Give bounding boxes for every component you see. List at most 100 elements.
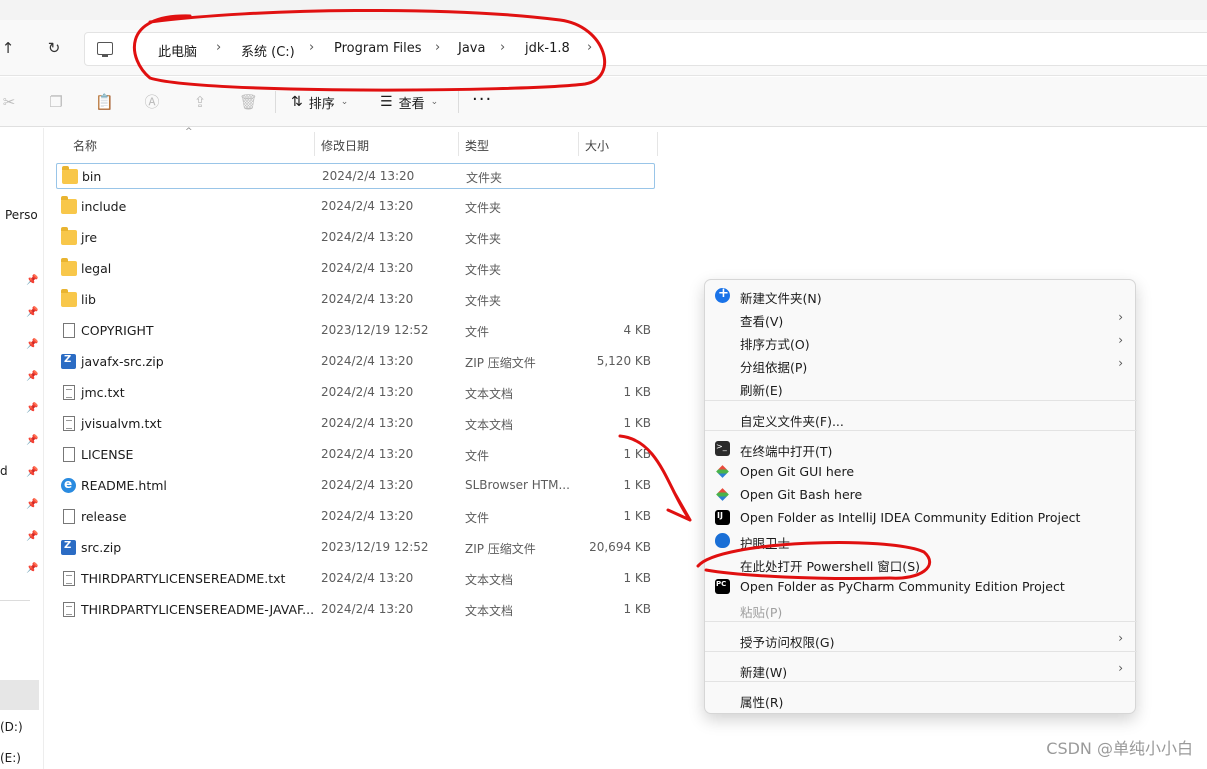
menu-separator [705, 651, 1137, 652]
toolbar-divider [458, 91, 459, 113]
file-row[interactable]: THIRDPARTYLICENSEREADME-JAVAF... 2024/2/4… [56, 597, 655, 623]
file-row[interactable]: src.zip 2023/12/19 12:52 ZIP 压缩文件 20,694 KB [56, 535, 655, 561]
file-type: 文件夹 [465, 201, 502, 215]
sort-button[interactable]: ⇅ 排序 ⌄ [291, 91, 348, 113]
column-header-type[interactable]: 类型 [465, 137, 489, 154]
column-divider[interactable] [314, 132, 315, 156]
column-header-name[interactable]: 名称 [73, 137, 97, 154]
file-date: 2024/2/4 13:20 [321, 261, 414, 275]
menu-separator [705, 400, 1137, 401]
column-header-size[interactable]: 大小 [585, 137, 609, 154]
file-row[interactable]: legal 2024/2/4 13:20 文件夹 [56, 256, 655, 282]
file-date: 2024/2/4 13:20 [321, 354, 414, 368]
view-label: 查看 [398, 96, 425, 112]
sidebar-item-drive-d[interactable]: (D:) [0, 720, 23, 734]
address-bar[interactable]: 此电脑 › 系统 (C:) › Program Files › Java › j… [84, 32, 1207, 66]
file-row[interactable]: lib 2024/2/4 13:20 文件夹 [56, 287, 655, 313]
file-date: 2024/2/4 13:20 [321, 385, 414, 399]
rename-icon[interactable]: Ⓐ [143, 93, 161, 111]
chevron-right-icon[interactable]: › [500, 40, 505, 55]
context-menu-item[interactable]: 授予访问权限(G) › [705, 628, 1137, 651]
file-row[interactable]: jvisualvm.txt 2024/2/4 13:20 文本文档 1 KB [56, 411, 655, 437]
column-divider[interactable] [578, 132, 579, 156]
pin-icon: 📌 [26, 467, 39, 478]
context-menu-item[interactable]: 刷新(E) [705, 376, 1137, 399]
column-divider[interactable] [458, 132, 459, 156]
paste-icon[interactable]: 📋 [95, 93, 114, 111]
breadcrumb-program-files[interactable]: Program Files [334, 41, 422, 56]
copy-icon[interactable]: ❐ [47, 93, 65, 111]
chevron-right-icon[interactable]: › [435, 40, 440, 55]
chevron-right-icon[interactable]: › [309, 40, 314, 55]
file-row[interactable]: LICENSE 2024/2/4 13:20 文件 1 KB [56, 442, 655, 468]
refresh-icon[interactable]: ↻ [44, 38, 64, 58]
file-row[interactable]: include 2024/2/4 13:20 文件夹 [56, 194, 655, 220]
context-menu-item[interactable]: Open Git GUI here [705, 460, 1137, 483]
cut-icon[interactable]: ✂ [0, 93, 18, 111]
file-name: jvisualvm.txt [81, 416, 162, 431]
menu-separator [705, 621, 1137, 622]
view-button[interactable]: ☰ 查看 ⌄ [380, 91, 438, 113]
share-icon[interactable]: ⇪ [191, 93, 209, 111]
chevron-right-icon[interactable]: › [216, 40, 221, 55]
file-size: 1 KB [623, 416, 651, 430]
pycharm-icon [715, 579, 730, 594]
chevron-right-icon: › [1118, 310, 1123, 324]
column-header-date[interactable]: 修改日期 [321, 137, 369, 154]
file-date: 2024/2/4 13:20 [321, 447, 414, 461]
file-row[interactable]: release 2024/2/4 13:20 文件 1 KB [56, 504, 655, 530]
up-arrow-icon[interactable]: ↑ [0, 38, 18, 58]
breadcrumb-jdk[interactable]: jdk-1.8 [525, 41, 570, 56]
context-menu-item[interactable]: 属性(R) [705, 688, 1137, 711]
file-date: 2024/2/4 13:20 [321, 602, 414, 616]
menu-item-label: Open Git GUI here [740, 464, 855, 479]
html-file-icon [61, 477, 76, 493]
file-row[interactable]: javafx-src.zip 2024/2/4 13:20 ZIP 压缩文件 5,12… [56, 349, 655, 375]
menu-item-label: 自定义文件夹(F)... [740, 414, 844, 429]
context-menu-item[interactable]: Open Folder as IntelliJ IDEA Community E… [705, 506, 1137, 529]
this-pc-icon[interactable] [97, 42, 113, 57]
context-menu-item[interactable]: 排序方式(O) › [705, 330, 1137, 353]
context-menu-item[interactable]: 在此处打开 Powershell 窗口(S) [705, 552, 1137, 575]
sidebar-item-personal[interactable]: Perso [5, 208, 38, 222]
file-name: jmc.txt [81, 385, 125, 400]
column-divider[interactable] [657, 132, 658, 156]
breadcrumb-this-pc[interactable]: 此电脑 [158, 41, 197, 60]
chevron-right-icon: › [1118, 333, 1123, 347]
pin-icon: 📌 [26, 531, 39, 542]
context-menu-item[interactable]: 护眼卫士 [705, 529, 1137, 552]
file-name: THIRDPARTYLICENSEREADME-JAVAF... [81, 602, 315, 617]
context-menu-item[interactable]: 分组依据(P) › [705, 353, 1137, 376]
menu-item-label: 排序方式(O) [740, 337, 810, 352]
sidebar-item-selected[interactable] [0, 680, 39, 710]
file-date: 2024/2/4 13:20 [321, 416, 414, 430]
file-row[interactable]: jmc.txt 2024/2/4 13:20 文本文档 1 KB [56, 380, 655, 406]
context-menu-item[interactable]: 自定义文件夹(F)... [705, 407, 1137, 430]
delete-icon[interactable]: 🗑 [239, 93, 258, 111]
file-row[interactable]: THIRDPARTYLICENSEREADME.txt 2024/2/4 13:2… [56, 566, 655, 592]
breadcrumb-system-c[interactable]: 系统 (C:) [241, 41, 295, 60]
text-file-icon [63, 385, 75, 400]
menu-item-label: 在此处打开 Powershell 窗口(S) [740, 559, 920, 574]
file-row[interactable]: jre 2024/2/4 13:20 文件夹 [56, 225, 655, 251]
file-row[interactable]: COPYRIGHT 2023/12/19 12:52 文件 4 KB [56, 318, 655, 344]
context-menu-item[interactable]: 在终端中打开(T) [705, 437, 1137, 460]
context-menu-item[interactable]: 新建文件夹(N) [705, 284, 1137, 307]
sort-icon: ⇅ [291, 94, 303, 110]
sidebar-item-drive-e[interactable]: (E:) [0, 751, 21, 765]
context-menu-item[interactable]: Open Git Bash here [705, 483, 1137, 506]
more-options-button[interactable]: ··· [472, 89, 492, 110]
context-menu-item[interactable]: 查看(V) › [705, 307, 1137, 330]
file-size: 20,694 KB [589, 540, 651, 554]
git-icon [715, 464, 730, 479]
file-row[interactable]: README.html 2024/2/4 13:20 SLBrowser HTM..… [56, 473, 655, 499]
breadcrumb-java[interactable]: Java [458, 41, 485, 56]
git-icon [715, 487, 730, 502]
file-size: 1 KB [623, 602, 651, 616]
context-menu-item[interactable]: Open Folder as PyCharm Community Edition… [705, 575, 1137, 598]
context-menu-item[interactable]: 新建(W) › [705, 658, 1137, 681]
file-row[interactable]: bin 2024/2/4 13:20 文件夹 [56, 163, 655, 189]
chevron-right-icon[interactable]: › [587, 40, 592, 55]
sidebar-item-partial[interactable]: d [0, 464, 8, 478]
menu-item-label: Open Folder as IntelliJ IDEA Community E… [740, 510, 1081, 525]
